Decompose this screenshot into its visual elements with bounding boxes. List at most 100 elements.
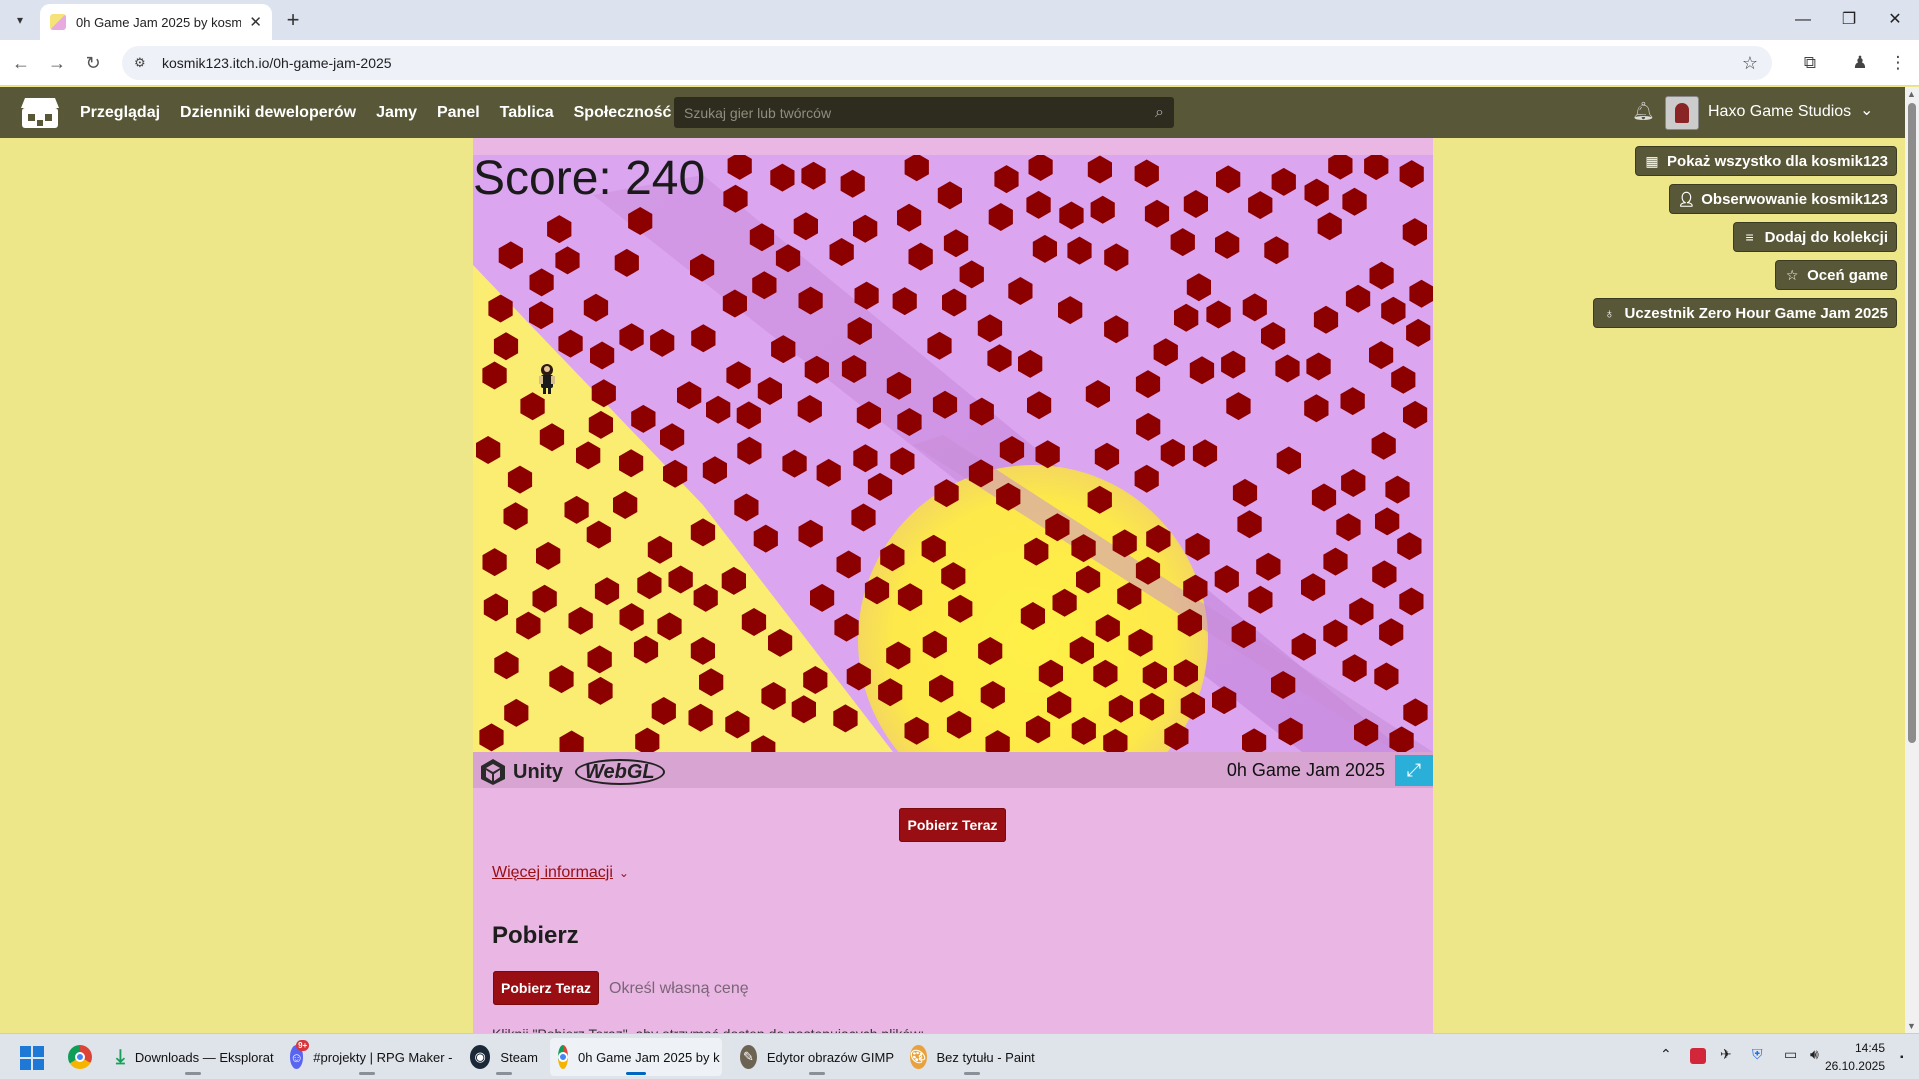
tab-search-button[interactable]: ▾ [8, 8, 32, 32]
avatar[interactable] [1665, 96, 1699, 130]
username[interactable]: Haxo Game Studios [1708, 103, 1851, 121]
tab-title: 0h Game Jam 2025 by kosmik123 [76, 14, 242, 30]
restore-icon[interactable]: ❐ [1826, 6, 1872, 34]
steam-icon: ◉ [470, 1045, 491, 1069]
reload-icon[interactable]: ↻ [80, 50, 106, 76]
tray-notification-icon[interactable]: ▪ [1900, 1052, 1904, 1063]
star-outline-icon: ☆ [1785, 266, 1799, 283]
taskbar-item-gimp[interactable]: ✎ Edytor obrazów GIMP [732, 1038, 902, 1076]
rate-game-button[interactable]: ☆ Oceń game [1776, 261, 1896, 289]
itch-nav: Przeglądaj Dzienniki deweloperów Jamy Pa… [80, 87, 671, 138]
chrome-icon [558, 1045, 568, 1069]
chevron-down-icon[interactable]: ⌄ [1860, 100, 1873, 120]
taskbar-item-explorer[interactable]: ⤓ Downloads — Eksplorat [108, 1038, 278, 1076]
taskbar-label: Bez tytułu - Paint [936, 1049, 1035, 1065]
search-input[interactable] [684, 104, 1156, 121]
view-all-label: Pokaż wszystko dla kosmik123 [1667, 152, 1888, 170]
star-icon[interactable]: ☆ [1742, 53, 1758, 74]
nav-dashboard[interactable]: Panel [437, 104, 480, 122]
tray-network-off-icon[interactable]: ✈ [1720, 1046, 1732, 1063]
browser-tab[interactable]: 0h Game Jam 2025 by kosmik123 ✕ [40, 4, 272, 40]
page-scrollbar[interactable]: ▲ ▼ [1905, 87, 1919, 1033]
unity-label: Unity [513, 760, 563, 783]
chevron-down-icon: ⌄ [618, 866, 629, 880]
url-text[interactable]: kosmik123.itch.io/0h-game-jam-2025 [162, 55, 392, 71]
url-omnibox[interactable]: ⚙ kosmik123.itch.io/0h-game-jam-2025 ☆ [122, 46, 1772, 80]
discord-icon: ☺ 9+ [290, 1040, 310, 1069]
tray-app-icon[interactable] [1690, 1048, 1706, 1064]
tray-display-icon[interactable]: ▭ [1784, 1046, 1797, 1063]
unity-cube-icon [481, 759, 505, 785]
minimize-icon[interactable]: — [1780, 6, 1826, 34]
close-icon[interactable]: ✕ [249, 13, 262, 31]
add-to-collection-button[interactable]: ≡ Dodaj do kolekcji [1733, 223, 1896, 251]
plus-icon[interactable]: + [280, 8, 306, 34]
itch-header: Przeglądaj Dzienniki deweloperów Jamy Pa… [0, 87, 1919, 138]
address-bar: ← → ↻ ⚙ kosmik123.itch.io/0h-game-jam-20… [0, 40, 1919, 86]
tune-icon[interactable]: ⚙ [134, 55, 150, 71]
name-your-price-text: Określ własną cenę [609, 980, 749, 997]
taskbar-item-paint[interactable]: 🎨︎ Bez tytułu - Paint [902, 1038, 1042, 1076]
download-description-text: Kliknij "Pobierz Teraz", aby otrzymać do… [492, 1026, 992, 1033]
search-icon[interactable]: ⌕ [1155, 104, 1164, 122]
scroll-thumb[interactable] [1908, 103, 1916, 743]
nav-browse[interactable]: Przeglądaj [80, 104, 160, 122]
download-now-button[interactable]: Pobierz Teraz [899, 808, 1006, 842]
clock-date: 26.10.2025 [1824, 1059, 1885, 1073]
download-now-button-2[interactable]: Pobierz Teraz [493, 971, 599, 1005]
nav-devlogs[interactable]: Dzienniki deweloperów [180, 104, 356, 122]
nav-jams[interactable]: Jamy [376, 104, 417, 122]
award-icon: ♁ [1604, 305, 1615, 321]
kebab-menu-icon[interactable]: ⋮ [1885, 50, 1911, 76]
unity-logo: Unity WebGL [479, 758, 665, 786]
webgl-label: WebGL [575, 759, 665, 785]
windows-taskbar: ⤓ Downloads — Eksplorat ☺ 9+ #projekty | … [0, 1033, 1919, 1079]
game-canvas[interactable]: Score: 240 [473, 155, 1433, 752]
score-text: Score: 240 [473, 155, 706, 205]
nav-community[interactable]: Społeczność [574, 104, 672, 122]
tray-volume-icon[interactable]: 🔊︎ [1810, 1046, 1819, 1063]
view-all-by-creator-button[interactable]: ▦ Pokaż wszystko dla kosmik123 [1636, 147, 1896, 175]
chrome-icon [68, 1045, 92, 1069]
game-scene [473, 155, 1433, 752]
taskbar-item-steam[interactable]: ◉ Steam [462, 1038, 546, 1076]
game-title: 0h Game Jam 2025 [1226, 760, 1385, 780]
window-close-icon[interactable]: ✕ [1872, 6, 1918, 34]
playlist-add-icon: ≡ [1745, 229, 1754, 245]
add-collection-label: Dodaj do kolekcji [1764, 228, 1888, 246]
tray-security-icon[interactable]: ⛨ [1752, 1046, 1763, 1063]
more-info-link[interactable]: Więcej informacji ⌄ [492, 864, 629, 882]
bell-icon[interactable]: 🔔︎ [1632, 101, 1655, 122]
scroll-down-icon[interactable]: ▼ [1907, 1021, 1916, 1031]
nav-feed[interactable]: Tablica [500, 104, 554, 122]
follow-creator-button[interactable]: 👤︎ Obserwowanie kosmik123 [1670, 185, 1896, 213]
chevron-down-icon: ▾ [16, 13, 24, 27]
store-icon: ▦ [1645, 152, 1659, 169]
taskbar-chrome-pinned[interactable] [60, 1038, 110, 1076]
download-heading: Pobierz [492, 922, 579, 949]
arrow-right-icon[interactable]: → [44, 50, 70, 76]
taskbar-item-discord[interactable]: ☺ 9+ #projekty | RPG Maker - [282, 1038, 452, 1076]
profile-icon[interactable]: ♟ [1847, 50, 1873, 76]
paint-icon: 🎨︎ [910, 1045, 927, 1069]
fullscreen-icon[interactable]: ⤢ [1395, 755, 1433, 786]
unity-footer: Unity WebGL 0h Game Jam 2025 ⤢ [473, 752, 1433, 788]
taskbar-label: #projekty | RPG Maker - [313, 1049, 453, 1065]
more-info-label: Więcej informacji [492, 864, 613, 881]
puzzle-icon[interactable]: ⧉ [1797, 50, 1823, 76]
taskbar-label: Edytor obrazów GIMP [766, 1049, 894, 1065]
windows-start-icon[interactable] [20, 1046, 44, 1070]
rate-label: Oceń game [1807, 266, 1888, 284]
follow-label: Obserwowanie kosmik123 [1701, 190, 1888, 208]
taskbar-item-chrome[interactable]: 0h Game Jam 2025 by k [550, 1038, 722, 1076]
tray-chevron-up-icon[interactable]: ⌃ [1660, 1046, 1672, 1063]
itch-logo-icon[interactable] [20, 96, 60, 130]
scroll-up-icon[interactable]: ▲ [1907, 89, 1916, 99]
download-icon: ⤓ [116, 1045, 125, 1068]
taskbar-label: Downloads — Eksplorat [134, 1049, 274, 1065]
arrow-left-icon[interactable]: ← [8, 50, 34, 76]
taskbar-clock[interactable]: 14:45 26.10.2025 [1825, 1039, 1885, 1075]
search-box: ⌕ [674, 97, 1174, 128]
gimp-icon: ✎ [740, 1045, 757, 1069]
jam-entry-button[interactable]: ♁ Uczestnik Zero Hour Game Jam 2025 [1593, 299, 1896, 327]
